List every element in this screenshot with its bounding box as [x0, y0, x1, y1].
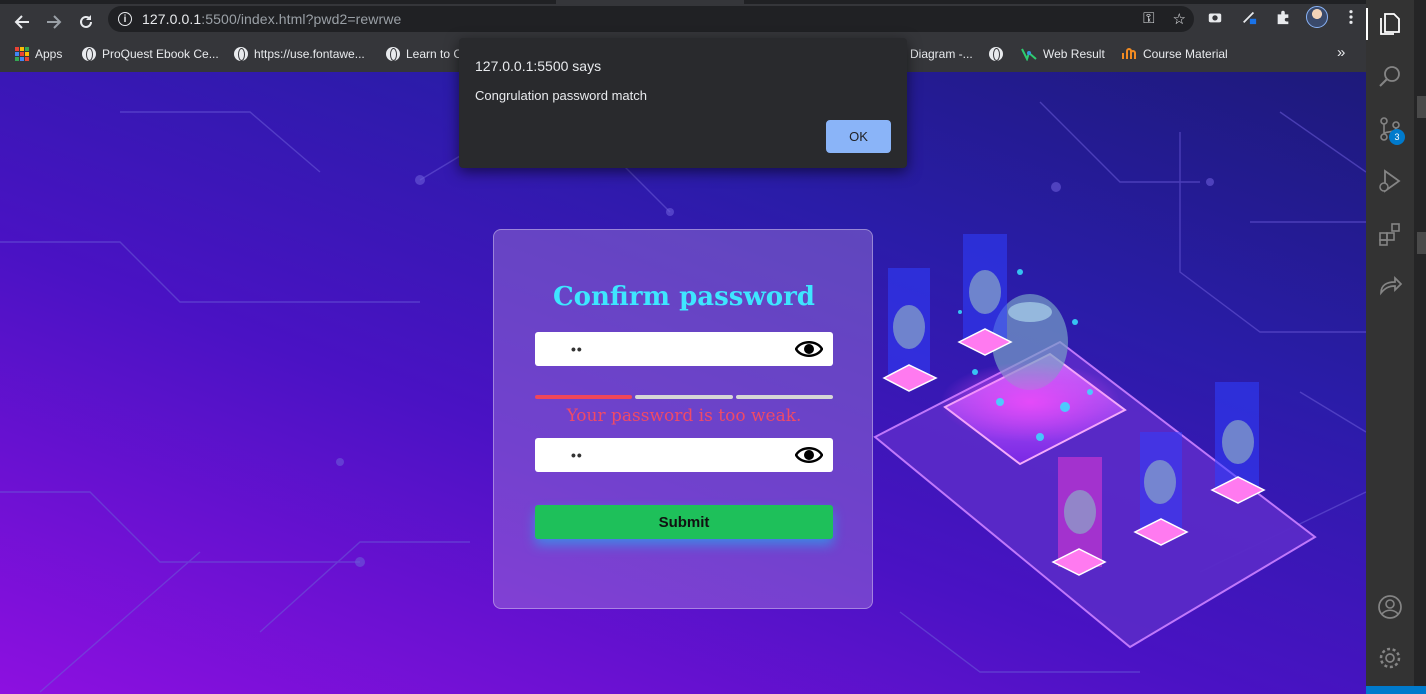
submit-button[interactable]: Submit	[535, 505, 833, 539]
bookmarks-overflow[interactable]: »	[1337, 44, 1345, 61]
confirm-password-card: Confirm password •• Your password is too…	[493, 229, 873, 609]
scrollbar-thumb[interactable]	[1417, 96, 1426, 118]
bookmark-course-material[interactable]: Course Material	[1121, 47, 1228, 61]
globe-icon	[234, 47, 248, 61]
eye-toggle-icon[interactable]	[795, 444, 823, 466]
forward-button[interactable]	[38, 6, 70, 38]
profile-avatar[interactable]	[1306, 6, 1328, 28]
globe-icon	[386, 47, 400, 61]
search-icon[interactable]	[1377, 64, 1403, 90]
extensions-icon[interactable]	[1377, 221, 1403, 247]
bookmark-label: Learn to C	[406, 47, 463, 61]
bookmark-diagram[interactable]: Diagram -...	[910, 47, 973, 61]
dialog-title: 127.0.0.1:5500 says	[475, 58, 602, 74]
strength-segment-1	[535, 395, 633, 399]
bookmark-fontawesome[interactable]: https://use.fontawe...	[234, 47, 365, 61]
extensions-puzzle-icon[interactable]	[1272, 6, 1294, 28]
apps-grid-icon	[15, 47, 29, 61]
arrow-left-icon	[14, 15, 29, 29]
strength-segment-2	[635, 395, 733, 399]
bookmark-label: Course Material	[1143, 47, 1228, 61]
password-input-value[interactable]: ••	[571, 341, 583, 357]
vscode-activity-bar	[1366, 0, 1414, 694]
account-icon[interactable]	[1377, 594, 1403, 620]
eye-toggle-icon[interactable]	[795, 338, 823, 360]
editor-scroll-strip	[1414, 0, 1426, 694]
confirm-password-field[interactable]: ••	[535, 438, 833, 472]
pen-extension-icon[interactable]	[1238, 6, 1260, 28]
strength-segment-3	[735, 395, 833, 399]
scm-count-badge: 3	[1389, 129, 1405, 145]
confirm-input-value[interactable]: ••	[571, 447, 583, 463]
bookmark-proquest[interactable]: ProQuest Ebook Ce...	[82, 47, 219, 61]
web-result-icon	[1021, 48, 1037, 61]
password-strength-meter	[535, 395, 833, 399]
course-material-icon	[1122, 48, 1136, 59]
status-bar	[1366, 686, 1426, 694]
bookmark-learn[interactable]: Learn to C	[386, 47, 462, 61]
bookmark-globe[interactable]	[989, 47, 1009, 61]
reload-button[interactable]	[70, 6, 102, 38]
key-icon[interactable]: ⚿	[1143, 10, 1154, 28]
bookmark-label: Apps	[35, 47, 63, 61]
run-debug-icon[interactable]	[1377, 168, 1403, 194]
globe-icon	[989, 47, 1003, 61]
bookmark-label: Web Result	[1043, 47, 1105, 61]
strength-message: Your password is too weak.	[566, 406, 802, 426]
live-share-icon[interactable]	[1377, 273, 1403, 299]
url-text: 127.0.0.1:5500/index.html?pwd2=rewrwe	[142, 11, 401, 27]
arrow-right-icon	[47, 15, 62, 29]
settings-gear-icon[interactable]	[1377, 645, 1403, 671]
card-heading: Confirm password	[552, 282, 815, 312]
dialog-message: Congrulation password match	[475, 88, 647, 103]
ok-button[interactable]: OK	[826, 120, 891, 153]
explorer-files-icon[interactable]	[1377, 11, 1403, 37]
bookmark-apps[interactable]: Apps	[15, 47, 62, 61]
back-button[interactable]	[6, 6, 38, 38]
bookmark-label: ProQuest Ebook Ce...	[102, 47, 219, 61]
star-icon[interactable]: ☆	[1173, 10, 1186, 28]
alert-dialog: 127.0.0.1:5500 says Congrulation passwor…	[459, 38, 907, 168]
bookmark-label: Diagram -...	[910, 47, 973, 61]
kebab-menu-icon[interactable]	[1340, 6, 1362, 28]
active-indicator	[1366, 8, 1368, 40]
scrollbar-thumb[interactable]	[1417, 232, 1426, 254]
password-field[interactable]: ••	[535, 332, 833, 366]
bookmark-label: https://use.fontawe...	[254, 47, 365, 61]
globe-icon	[82, 47, 96, 61]
reload-icon	[80, 15, 92, 28]
site-info-icon[interactable]: i	[118, 12, 132, 26]
url-host: 127.0.0.1	[142, 11, 202, 27]
camera-icon[interactable]	[1204, 6, 1226, 28]
url-path: :5500/index.html?pwd2=rewrwe	[201, 11, 402, 27]
address-bar[interactable]: i 127.0.0.1:5500/index.html?pwd2=rewrwe …	[108, 6, 1194, 32]
bookmark-web-result[interactable]: Web Result	[1021, 47, 1105, 61]
